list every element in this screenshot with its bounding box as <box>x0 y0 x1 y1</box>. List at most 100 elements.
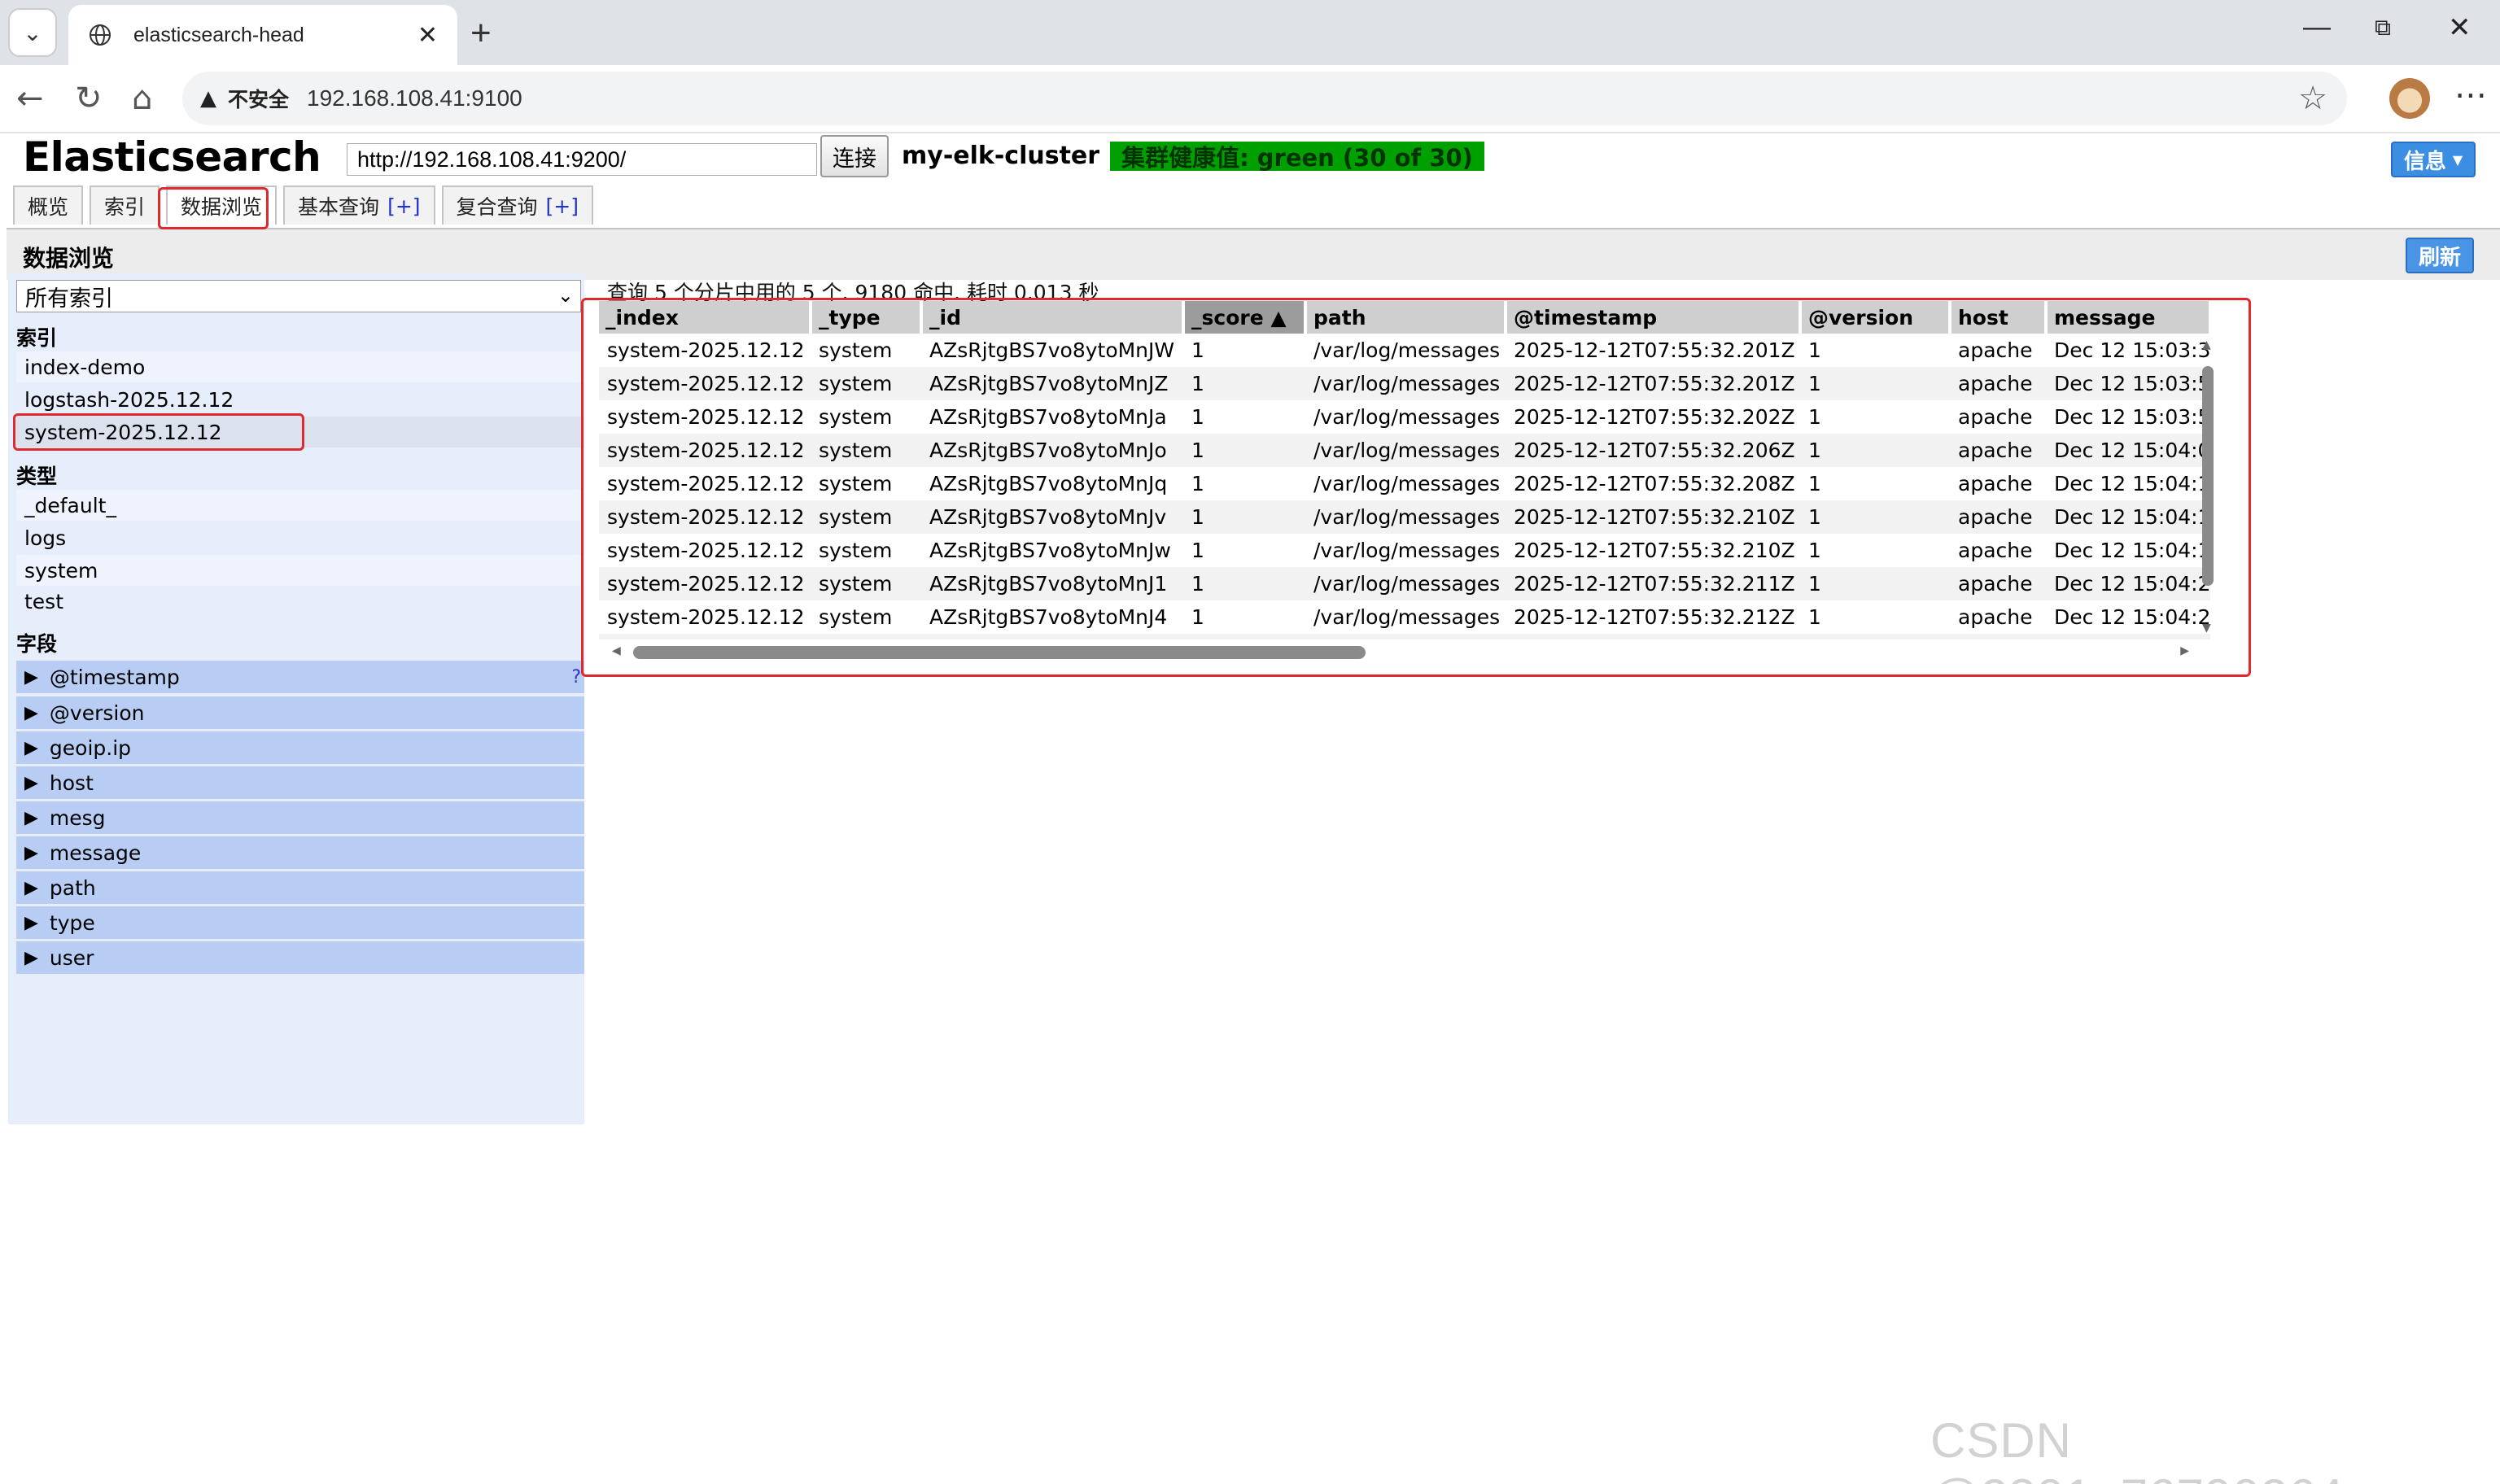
filter-sidebar: 所有索引 ⌄ 索引 index-demo logstash-2025.12.12… <box>8 273 584 1124</box>
elasticsearch-head-page: Elasticsearch 连接 my-elk-cluster 集群健康值: g… <box>7 133 2500 1484</box>
warning-icon[interactable]: ▲ <box>200 86 216 111</box>
table-row[interactable]: system-2025.12.12systemAZsRjtgBS7vo8ytoM… <box>599 400 2211 434</box>
tab-browser[interactable]: 数据浏览 <box>166 186 278 225</box>
more-icon[interactable]: ⋯ <box>2454 76 2487 114</box>
url-text[interactable]: 192.168.108.41:9100 <box>307 85 522 111</box>
type-item[interactable]: logs <box>16 522 584 553</box>
expand-triangle-icon[interactable]: ▶ <box>24 667 38 687</box>
tab-list-chevron-down-icon[interactable]: ⌄ <box>8 8 57 57</box>
column-header[interactable]: path <box>1305 301 1507 334</box>
field-row[interactable]: ▶ user <box>16 941 584 974</box>
info-button[interactable]: 信息 ▼ <box>2391 142 2476 177</box>
expand-triangle-icon[interactable]: ▶ <box>24 773 38 793</box>
scroll-right-icon[interactable]: ▶ <box>2180 644 2189 657</box>
tab-basic-query[interactable]: 基本查询 [+] <box>283 186 435 225</box>
section-header: 数据浏览 刷新 <box>7 229 2500 280</box>
type-item[interactable]: test <box>16 586 584 617</box>
cluster-name: my-elk-cluster <box>902 142 1100 170</box>
index-item-selected[interactable]: system-2025.12.12 <box>16 417 584 447</box>
field-row[interactable]: ▶ path <box>16 871 584 904</box>
vertical-scroll-thumb[interactable] <box>2202 366 2214 586</box>
horizontal-scroll-thumb[interactable] <box>633 646 1366 659</box>
section-title: 数据浏览 <box>23 245 115 272</box>
minimize-icon[interactable]: — <box>2303 11 2331 43</box>
back-icon[interactable]: ← <box>16 80 44 117</box>
field-row[interactable]: ▶ message <box>16 836 584 869</box>
expand-triangle-icon[interactable]: ▶ <box>24 878 38 898</box>
table-cell: 1 <box>1183 334 1305 367</box>
column-header[interactable]: _index <box>599 301 812 334</box>
table-row[interactable]: system-2025.12.12systemAZsRjtgBS7vo8ytoM… <box>599 434 2211 467</box>
table-row[interactable]: system-2025.12.12systemAZsRjtgBS7vo8ytoM… <box>599 534 2211 567</box>
tab-plus[interactable]: [+] <box>546 194 579 218</box>
table-cell: 2025-12-12T07:55:32.214Z <box>1506 634 1800 639</box>
connect-button[interactable]: 连接 <box>820 135 889 177</box>
field-row[interactable]: ▶ type <box>16 906 584 939</box>
security-label[interactable]: 不安全 <box>228 84 289 113</box>
index-item[interactable]: logstash-2025.12.12 <box>16 384 584 415</box>
tab-indices[interactable]: 索引 <box>90 186 160 225</box>
table-cell: 1 <box>1183 600 1305 634</box>
field-row[interactable]: ▶ geoip.ip <box>16 731 584 764</box>
refresh-button[interactable]: 刷新 <box>2406 238 2474 273</box>
table-row[interactable]: system-2025.12.12systemAZsRjtgBS7vo8ytoM… <box>599 367 2211 400</box>
table-cell: system-2025.12.12 <box>599 634 811 639</box>
field-label: @version <box>49 701 145 725</box>
index-item[interactable]: index-demo <box>16 351 584 382</box>
reload-icon[interactable]: ↻ <box>75 80 103 117</box>
home-icon[interactable]: ⌂ <box>132 80 152 117</box>
expand-triangle-icon[interactable]: ▶ <box>24 808 38 828</box>
column-header[interactable]: host <box>1950 301 2048 334</box>
tab-plus[interactable]: [+] <box>387 194 420 218</box>
scroll-left-icon[interactable]: ◀ <box>612 644 621 657</box>
field-row[interactable]: ▶ host <box>16 766 584 799</box>
expand-triangle-icon[interactable]: ▶ <box>24 913 38 933</box>
table-row[interactable]: system-2025.12.12systemAZsRjtgBS7vo8ytoM… <box>599 600 2211 634</box>
table-cell: system <box>811 534 921 567</box>
browser-tab[interactable]: elasticsearch-head ✕ <box>68 5 457 65</box>
window-close-icon[interactable]: ✕ <box>2448 11 2472 44</box>
horizontal-scrollbar[interactable]: ◀ ▶ <box>607 643 2194 662</box>
index-select[interactable]: 所有索引 ⌄ <box>16 280 581 312</box>
maximize-icon[interactable]: ⧉ <box>2375 15 2391 41</box>
column-header[interactable]: message <box>2046 301 2213 334</box>
field-label: path <box>49 875 96 900</box>
column-header[interactable]: @version <box>1800 301 1951 334</box>
type-item[interactable]: _default_ <box>16 490 584 521</box>
star-icon[interactable]: ☆ <box>2298 80 2327 117</box>
table-cell: 1 <box>1183 434 1305 467</box>
expand-triangle-icon[interactable]: ▶ <box>24 703 38 723</box>
field-row[interactable]: ▶ @version <box>16 696 584 729</box>
field-row[interactable]: ▶ mesg <box>16 801 584 834</box>
tab-overview[interactable]: 概览 <box>13 186 84 225</box>
profile-avatar[interactable] <box>2389 78 2430 119</box>
table-row[interactable]: system-2025.12.12systemAZsRjtgBS7vo8ytoM… <box>599 334 2211 367</box>
expand-triangle-icon[interactable]: ▶ <box>24 738 38 758</box>
connection-url-input[interactable] <box>347 143 817 176</box>
tab-label: 复合查询 <box>456 195 538 219</box>
field-row[interactable]: ▶ @timestamp? <box>16 661 584 693</box>
table-row[interactable]: system-2025.12.12systemAZsRjtgBS7vo8ytoM… <box>599 467 2211 500</box>
table-cell: system <box>811 400 921 434</box>
table-cell: AZsRjtgBS7vo8ytoMnJw <box>921 534 1183 567</box>
column-header[interactable]: @timestamp <box>1506 301 1802 334</box>
table-row[interactable]: system-2025.12.12systemAZsRjtgBS7vo8ytoM… <box>599 634 2211 639</box>
vertical-scrollbar[interactable]: ▲ ▼ <box>2197 334 2215 639</box>
column-header[interactable]: _id <box>921 301 1185 334</box>
column-header[interactable]: _score ▲ <box>1183 301 1307 334</box>
table-cell: system-2025.12.12 <box>599 334 811 367</box>
scroll-up-icon[interactable]: ▲ <box>2202 338 2211 351</box>
field-help[interactable]: ? <box>571 667 581 687</box>
close-icon[interactable]: ✕ <box>417 21 438 50</box>
url-omnibox[interactable]: ▲ 不安全 192.168.108.41:9100 ☆ <box>182 72 2347 125</box>
expand-triangle-icon[interactable]: ▶ <box>24 948 38 968</box>
table-cell: apache <box>1950 500 2046 534</box>
scroll-down-icon[interactable]: ▼ <box>2202 622 2211 635</box>
table-row[interactable]: system-2025.12.12systemAZsRjtgBS7vo8ytoM… <box>599 567 2211 600</box>
expand-triangle-icon[interactable]: ▶ <box>24 843 38 863</box>
table-row[interactable]: system-2025.12.12systemAZsRjtgBS7vo8ytoM… <box>599 500 2211 534</box>
plus-icon[interactable]: + <box>470 13 492 54</box>
column-header[interactable]: _type <box>811 301 923 334</box>
type-item[interactable]: system <box>16 555 584 586</box>
tab-compound-query[interactable]: 复合查询 [+] <box>441 186 594 225</box>
